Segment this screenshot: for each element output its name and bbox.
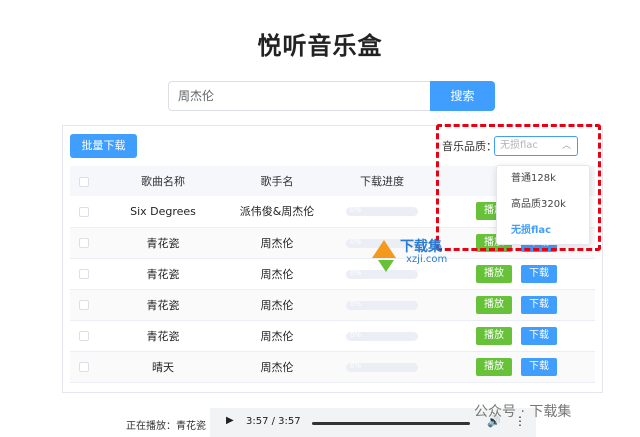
song-name: 青花瓷 xyxy=(98,289,228,321)
search-button[interactable]: 搜索 xyxy=(430,81,495,111)
song-name: Six Degrees xyxy=(98,196,228,228)
row-checkbox[interactable] xyxy=(79,331,89,341)
table-row: 晴天 周杰伦 0% 播放 下载 xyxy=(70,351,595,383)
song-name: 晴天 xyxy=(98,351,228,383)
watermark-url: xzji.com xyxy=(406,254,448,265)
now-playing-label: 正在播放：青花瓷 xyxy=(126,421,206,432)
download-button[interactable]: 下载 xyxy=(521,264,557,283)
batch-download-button[interactable]: 批量下载 xyxy=(70,134,137,158)
player-time: 3:57 / 3:57 xyxy=(246,416,301,427)
watermark-text: 下载集 xyxy=(400,239,442,255)
select-all-checkbox[interactable] xyxy=(79,176,89,187)
play-icon[interactable]: ▶ xyxy=(226,415,234,426)
download-progress: 0% xyxy=(346,206,418,217)
app-title: 悦听音乐盒 xyxy=(257,32,383,60)
col-song-name: 歌曲名称 xyxy=(98,166,228,196)
artist-name: 周杰伦 xyxy=(228,258,326,290)
play-button[interactable]: 播放 xyxy=(476,264,512,283)
artist-name: 周杰伦 xyxy=(228,227,326,259)
play-button[interactable]: 播放 xyxy=(476,295,512,314)
artist-name: 派伟俊&周杰伦 xyxy=(228,196,326,228)
table-row: 青花瓷 周杰伦 0% 播放下载 xyxy=(70,258,595,290)
download-progress: 0% xyxy=(346,300,418,310)
song-name: 青花瓷 xyxy=(98,320,228,352)
artist-name: 周杰伦 xyxy=(228,320,326,352)
download-button[interactable]: 下载 xyxy=(521,326,557,345)
row-checkbox[interactable] xyxy=(79,269,89,279)
song-name: 青花瓷 xyxy=(98,227,228,259)
table-row: 青花瓷 周杰伦 0% 播放下载 xyxy=(70,320,595,352)
table-row: 青花瓷 周杰伦 0% 播放下载 xyxy=(70,289,595,321)
col-artist: 歌手名 xyxy=(228,166,326,196)
play-button[interactable]: 播放 xyxy=(476,357,512,376)
footer-watermark: 公众号 · 下载集 xyxy=(474,404,572,420)
download-button[interactable]: 下载 xyxy=(521,295,557,314)
download-button[interactable]: 下载 xyxy=(521,357,557,376)
row-checkbox[interactable] xyxy=(79,362,89,372)
download-progress: 0% xyxy=(346,331,418,341)
highlight-box xyxy=(436,124,601,251)
row-checkbox[interactable] xyxy=(79,206,89,217)
player-seek-bar[interactable] xyxy=(312,422,470,425)
row-checkbox[interactable] xyxy=(79,300,89,310)
row-checkbox[interactable] xyxy=(79,238,89,248)
artist-name: 周杰伦 xyxy=(228,289,326,321)
play-button[interactable]: 播放 xyxy=(476,326,512,345)
col-progress: 下载进度 xyxy=(326,166,438,196)
download-progress: 0% xyxy=(346,362,418,372)
search-input[interactable]: 周杰伦 xyxy=(168,81,430,111)
song-name: 青花瓷 xyxy=(98,258,228,290)
artist-name: 周杰伦 xyxy=(228,351,326,383)
